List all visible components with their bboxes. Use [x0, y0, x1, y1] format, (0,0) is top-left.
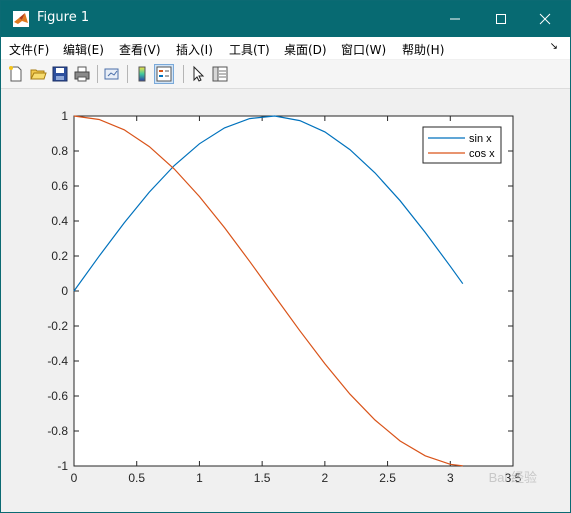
legend-icon[interactable] — [154, 64, 174, 84]
watermark: Bai 经验 — [488, 470, 537, 485]
x-tick-label: 0.5 — [128, 471, 145, 485]
close-icon — [539, 13, 551, 25]
matlab-logo-icon — [13, 11, 29, 27]
menu-help[interactable]: 帮助(H) — [402, 41, 444, 58]
figure-window: Figure 1 文件(F) 编辑(E) 查看(V) 插入(I) 工具(T) 桌… — [0, 0, 571, 513]
menu-window[interactable]: 窗口(W) — [341, 41, 386, 58]
save-icon[interactable] — [51, 65, 69, 83]
y-tick-label: 0.6 — [51, 179, 68, 193]
menu-edit[interactable]: 编辑(E) — [63, 41, 104, 58]
new-figure-icon[interactable] — [7, 65, 25, 83]
menu-overflow-icon[interactable]: ↘ — [550, 41, 558, 52]
y-tick-label: -0.2 — [47, 319, 68, 333]
title-bar[interactable]: Figure 1 — [1, 1, 570, 37]
menu-tools[interactable]: 工具(T) — [229, 41, 270, 58]
x-tick-label: 3 — [447, 471, 454, 485]
x-tick-label: 2 — [322, 471, 329, 485]
open-file-icon[interactable] — [29, 65, 47, 83]
link-plot-icon[interactable] — [103, 65, 121, 83]
print-icon[interactable] — [73, 65, 91, 83]
y-tick-label: -0.8 — [47, 424, 68, 438]
colorbar-icon[interactable] — [133, 65, 151, 83]
legend-label: sin x — [469, 133, 492, 145]
plot-area — [73, 115, 514, 467]
window-title: Figure 1 — [37, 10, 90, 25]
menu-view[interactable]: 查看(V) — [119, 41, 161, 58]
x-tick-label: 1 — [196, 471, 203, 485]
maximize-icon — [496, 14, 506, 24]
y-tick-label: 0.2 — [51, 249, 68, 263]
x-tick-label: 1.5 — [254, 471, 271, 485]
y-tick-label: -0.6 — [47, 389, 68, 403]
menu-insert[interactable]: 插入(I) — [176, 41, 213, 58]
line-chart[interactable]: 0 0.5 1 1.5 2 2.5 3 3.510.80.60.40.20-0.2-0.4-0… — [7, 90, 567, 510]
toolbar-separator — [183, 65, 184, 83]
property-editor-icon[interactable] — [211, 65, 229, 83]
x-tick-label: 2.5 — [379, 471, 396, 485]
menu-desktop[interactable]: 桌面(D) — [284, 41, 327, 58]
x-tick-label: 0 — [71, 471, 78, 485]
maximize-button[interactable] — [478, 1, 524, 37]
toolbar-separator — [97, 65, 98, 83]
toolbar — [1, 60, 570, 89]
minimize-button[interactable] — [432, 1, 478, 37]
close-button[interactable] — [522, 1, 568, 37]
y-tick-label: -0.4 — [47, 354, 68, 368]
pointer-icon[interactable] — [189, 65, 207, 83]
menu-bar: 文件(F) 编辑(E) 查看(V) 插入(I) 工具(T) 桌面(D) 窗口(W… — [1, 37, 570, 59]
y-tick-label: -1 — [57, 459, 68, 473]
y-tick-label: 0.8 — [51, 144, 68, 158]
menu-file[interactable]: 文件(F) — [9, 41, 49, 58]
figure-canvas: 0 0.5 1 1.5 2 2.5 3 3.5 1 0.8 0.6 0.4 0.2 0 -0.2 -0.4 -0… — [7, 90, 567, 510]
y-tick-label: 1 — [61, 109, 68, 123]
legend-label: cos x — [469, 148, 495, 160]
toolbar-separator — [127, 65, 128, 83]
y-tick-label: 0.4 — [51, 214, 68, 228]
y-tick-label: 0 — [61, 284, 68, 298]
minimize-icon — [450, 18, 460, 20]
